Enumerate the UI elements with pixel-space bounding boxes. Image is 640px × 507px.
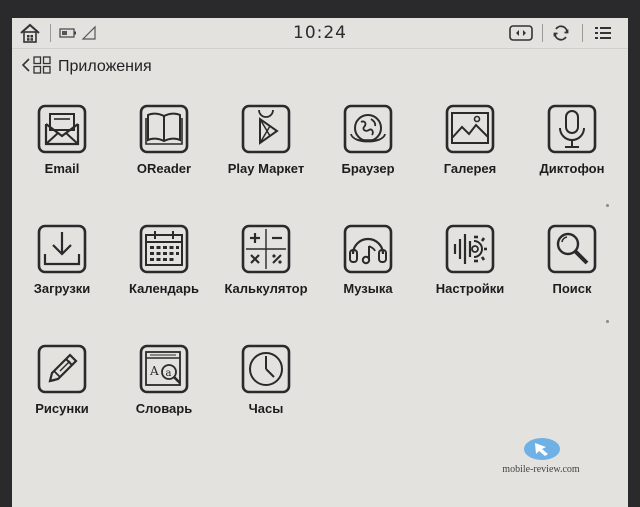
device-screen: 10:24 Приложения Email OReader Play Марк… [12,18,628,507]
pencil-icon [37,344,87,394]
app-label: Часы [248,401,284,416]
app-email[interactable]: Email [12,104,114,184]
calculator-icon [241,224,291,274]
clock-icon [241,344,291,394]
search-icon [547,224,597,274]
app-browser[interactable]: Браузер [316,104,420,184]
logo-icon [524,438,560,460]
dictionary-icon: Aa [139,344,189,394]
svg-text:a: a [166,368,172,379]
app-label: OReader [136,161,192,176]
app-dictionary[interactable]: Aa Словарь [112,344,216,424]
app-label: Словарь [135,401,193,416]
watermark: mobile-review.com [496,434,586,484]
page-dot [606,204,609,207]
app-label: Калькулятор [224,281,308,296]
microphone-icon [547,104,597,154]
app-oreader[interactable]: OReader [112,104,216,184]
app-play-market[interactable]: Play Маркет [214,104,318,184]
app-calendar[interactable]: Календарь [112,224,216,304]
app-label: Музыка [343,281,393,296]
app-label: Диктофон [539,161,605,176]
app-label: Поиск [552,281,592,296]
app-settings[interactable]: Настройки [418,224,522,304]
calendar-icon [139,224,189,274]
app-label: Настройки [435,281,505,296]
watermark-text: mobile-review.com [502,464,580,475]
app-music[interactable]: Музыка [316,224,420,304]
browser-globe-icon [343,104,393,154]
app-search[interactable]: Поиск [520,224,624,304]
app-label: Календарь [129,281,199,296]
settings-gear-icon [445,224,495,274]
book-icon [139,104,189,154]
app-label: Рисунки [35,401,89,416]
app-gallery[interactable]: Галерея [418,104,522,184]
download-icon [37,224,87,274]
app-label: Email [44,161,80,176]
svg-text:A: A [149,364,159,378]
app-dictaphone[interactable]: Диктофон [520,104,624,184]
app-label: Браузер [341,161,395,176]
app-downloads[interactable]: Загрузки [12,224,114,304]
app-label: Play Маркет [227,161,305,176]
headphones-icon [343,224,393,274]
app-label: Галерея [443,161,497,176]
app-calculator[interactable]: Калькулятор [214,224,318,304]
gallery-icon [445,104,495,154]
play-store-icon [241,104,291,154]
page-dot [606,320,609,323]
app-drawings[interactable]: Рисунки [12,344,114,424]
app-label: Загрузки [33,281,91,296]
email-icon [37,104,87,154]
app-clock[interactable]: Часы [214,344,318,424]
